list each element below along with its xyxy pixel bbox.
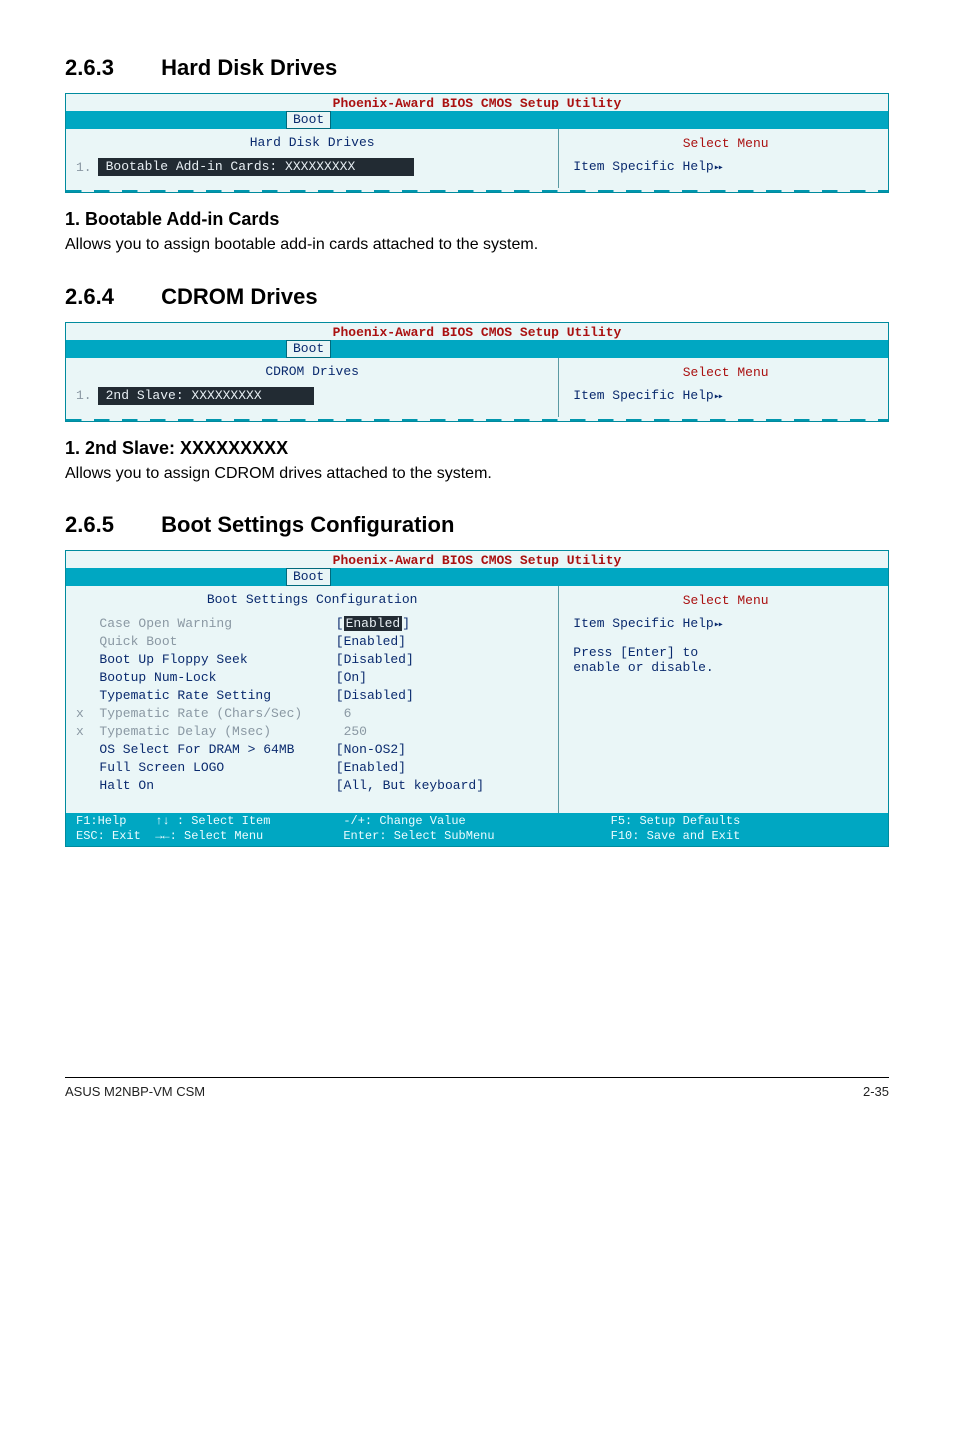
val-halt-on[interactable]: [All, But keyboard] [336, 777, 549, 795]
opt-typematic-rate-setting[interactable]: Typematic Rate Setting [76, 687, 336, 705]
footer-setup-defaults: F5: Setup Defaults [611, 814, 878, 829]
bios-tab-row: Boot [66, 111, 888, 129]
settings-values: [Enabled] [Enabled] [Disabled] [On] [Dis… [336, 615, 549, 795]
opt-full-screen-logo[interactable]: Full Screen LOGO [76, 759, 336, 777]
cdrom-item: 2nd Slave: XXXXXXXXX [98, 387, 314, 405]
footer-right: 2-35 [863, 1084, 889, 1099]
arrows-icon [714, 159, 722, 174]
page-footer: ASUS M2NBP-VM CSM 2-35 [65, 1077, 889, 1099]
bios-tab-boot[interactable]: Boot [286, 568, 331, 586]
item-specific-help: Item Specific Help [573, 388, 878, 403]
val-case-open-warning[interactable]: [Enabled] [336, 615, 549, 633]
val-typematic-delay: 250 [336, 723, 549, 741]
subheading-bootable-addin: 1. Bootable Add-in Cards [65, 209, 889, 230]
row-number: 1. [76, 388, 92, 403]
opt-typematic-delay: x Typematic Delay (Msec) [76, 723, 336, 741]
footer-esc-exit: ESC: Exit →←: Select Menu [76, 829, 343, 844]
bios-box-cdrom: Phoenix-Award BIOS CMOS Setup Utility Bo… [65, 322, 889, 422]
opt-typematic-rate-chars: x Typematic Rate (Chars/Sec) [76, 705, 336, 723]
section-heading-264: 2.6.4 CDROM Drives [65, 284, 889, 310]
val-full-screen-logo[interactable]: [Enabled] [336, 759, 549, 777]
val-typematic-rate-setting[interactable]: [Disabled] [336, 687, 549, 705]
dashed-divider [66, 188, 888, 192]
val-boot-up-floppy-seek[interactable]: [Disabled] [336, 651, 549, 669]
bios-tab-row: Boot [66, 340, 888, 358]
opt-bootup-num-lock[interactable]: Bootup Num-Lock [76, 669, 336, 687]
paragraph-bootable-addin: Allows you to assign bootable add-in car… [65, 234, 889, 256]
bios-title: Phoenix-Award BIOS CMOS Setup Utility [66, 551, 888, 568]
section-heading-263: 2.6.3 Hard Disk Drives [65, 55, 889, 81]
item-specific-help: Item Specific Help [573, 159, 878, 174]
subheading-2nd-slave: 1. 2nd Slave: XXXXXXXXX [65, 438, 889, 459]
section-num: 2.6.3 [65, 55, 155, 81]
hdd-item: Bootable Add-in Cards: XXXXXXXXX [98, 158, 414, 176]
opt-os-select-dram[interactable]: OS Select For DRAM > 64MB [76, 741, 336, 759]
section-title: Hard Disk Drives [161, 55, 337, 80]
dashed-divider [66, 417, 888, 421]
pane-title: CDROM Drives [76, 364, 548, 379]
spacer [573, 631, 878, 645]
row-number: 1. [76, 160, 92, 175]
footer-save-exit: F10: Save and Exit [611, 829, 878, 844]
bios-tab-boot[interactable]: Boot [286, 340, 331, 358]
hdd-item-row[interactable]: 1. Bootable Add-in Cards: XXXXXXXXX [76, 158, 548, 176]
select-menu-label: Select Menu [573, 592, 878, 608]
pane-title: Hard Disk Drives [76, 135, 548, 150]
bios-box-boot-settings: Phoenix-Award BIOS CMOS Setup Utility Bo… [65, 550, 889, 847]
section-num: 2.6.5 [65, 512, 155, 538]
footer-change-value: -/+: Change Value [343, 814, 610, 829]
item-specific-help: Item Specific Help [573, 616, 878, 631]
bios-title: Phoenix-Award BIOS CMOS Setup Utility [66, 94, 888, 111]
section-title: Boot Settings Configuration [161, 512, 454, 537]
select-menu-label: Select Menu [573, 135, 878, 151]
footer-select-submenu: Enter: Select SubMenu [343, 829, 610, 844]
cdrom-item-row[interactable]: 1. 2nd Slave: XXXXXXXXX [76, 387, 548, 405]
settings-labels: Case Open Warning Quick Boot Boot Up Flo… [76, 615, 336, 795]
pane-title: Boot Settings Configuration [76, 592, 548, 607]
help-line-2: enable or disable. [573, 660, 878, 675]
arrows-icon [714, 616, 722, 631]
bios-tab-row: Boot [66, 568, 888, 586]
footer-left: ASUS M2NBP-VM CSM [65, 1084, 205, 1099]
opt-boot-up-floppy-seek[interactable]: Boot Up Floppy Seek [76, 651, 336, 669]
footer-f1-help: F1:Help ↑↓ : Select Item [76, 814, 343, 829]
section-title: CDROM Drives [161, 284, 317, 309]
val-os-select-dram[interactable]: [Non-OS2] [336, 741, 549, 759]
val-quick-boot[interactable]: [Enabled] [336, 633, 549, 651]
opt-halt-on[interactable]: Halt On [76, 777, 336, 795]
bios-title: Phoenix-Award BIOS CMOS Setup Utility [66, 323, 888, 340]
section-heading-265: 2.6.5 Boot Settings Configuration [65, 512, 889, 538]
opt-case-open-warning[interactable]: Case Open Warning [76, 615, 336, 633]
bios-box-hdd: Phoenix-Award BIOS CMOS Setup Utility Bo… [65, 93, 889, 193]
bios-footer: F1:Help ↑↓ : Select Item ESC: Exit →←: S… [66, 813, 888, 846]
paragraph-2nd-slave: Allows you to assign CDROM drives attach… [65, 463, 889, 485]
bios-tab-boot[interactable]: Boot [286, 111, 331, 129]
select-menu-label: Select Menu [573, 364, 878, 380]
section-num: 2.6.4 [65, 284, 155, 310]
arrows-icon [714, 388, 722, 403]
val-bootup-num-lock[interactable]: [On] [336, 669, 549, 687]
help-line-1: Press [Enter] to [573, 645, 878, 660]
opt-quick-boot[interactable]: Quick Boot [76, 633, 336, 651]
val-typematic-rate-chars: 6 [336, 705, 549, 723]
